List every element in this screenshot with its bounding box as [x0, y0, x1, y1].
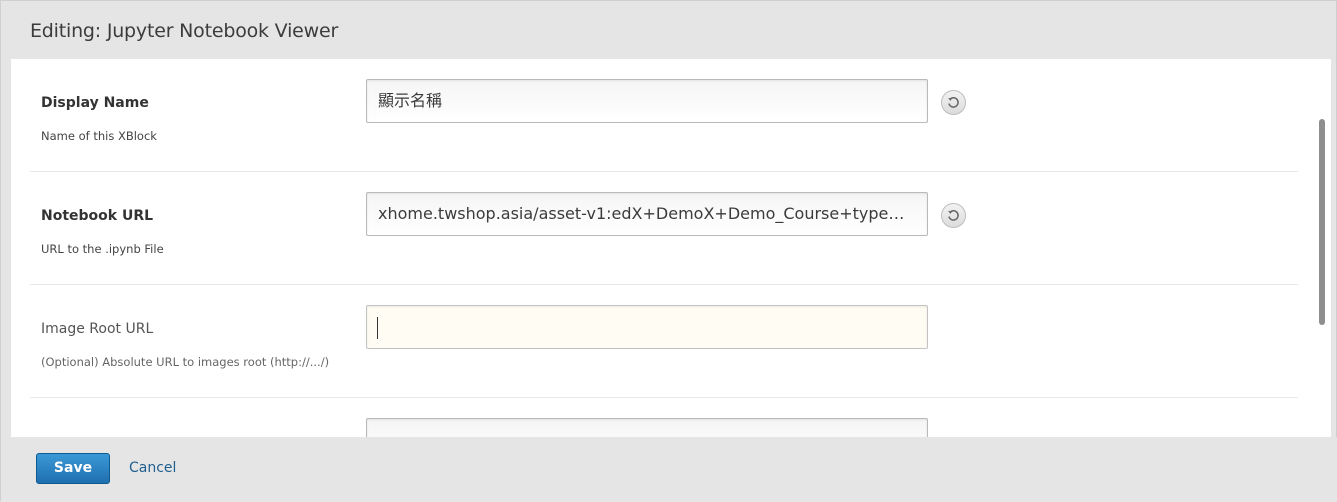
setting-help-text: (Optional) Absolute URL to images root (… — [41, 355, 330, 369]
scrollbar-thumb[interactable] — [1319, 119, 1325, 325]
setting-label: Image Root URL — [41, 321, 154, 337]
cancel-button[interactable]: Cancel — [129, 460, 176, 476]
setting-row-next — [30, 398, 1298, 437]
display-name-input[interactable]: 顯示名稱 — [366, 79, 928, 123]
reset-icon — [948, 210, 959, 221]
setting-label: Notebook URL — [41, 208, 154, 224]
reset-icon — [948, 97, 959, 108]
editor-modal: Editing: Jupyter Notebook Viewer Display… — [0, 0, 1337, 502]
setting-row-display-name: Display Name Name of this XBlock 顯示名稱 — [30, 59, 1298, 172]
image-root-url-input[interactable] — [366, 305, 928, 349]
setting-row-notebook-url: Notebook URL URL to the .ipynb File xhom… — [30, 172, 1298, 285]
setting-label: Display Name — [41, 95, 149, 111]
reset-display-name-button[interactable] — [941, 90, 966, 115]
modal-footer: Save Cancel — [1, 437, 1337, 502]
reset-notebook-url-button[interactable] — [941, 203, 966, 228]
settings-list[interactable]: Display Name Name of this XBlock 顯示名稱 No… — [11, 59, 1331, 437]
setting-row-image-root-url: Image Root URL (Optional) Absolute URL t… — [30, 285, 1298, 398]
text-cursor — [377, 316, 378, 339]
save-button[interactable]: Save — [36, 453, 110, 484]
next-setting-input[interactable] — [366, 418, 928, 437]
notebook-url-input[interactable]: xhome.twshop.asia/asset-v1:edX+DemoX+Dem… — [366, 192, 928, 236]
setting-help-text: Name of this XBlock — [41, 129, 157, 143]
modal-title: Editing: Jupyter Notebook Viewer — [30, 20, 339, 42]
setting-help-text: URL to the .ipynb File — [41, 242, 164, 256]
